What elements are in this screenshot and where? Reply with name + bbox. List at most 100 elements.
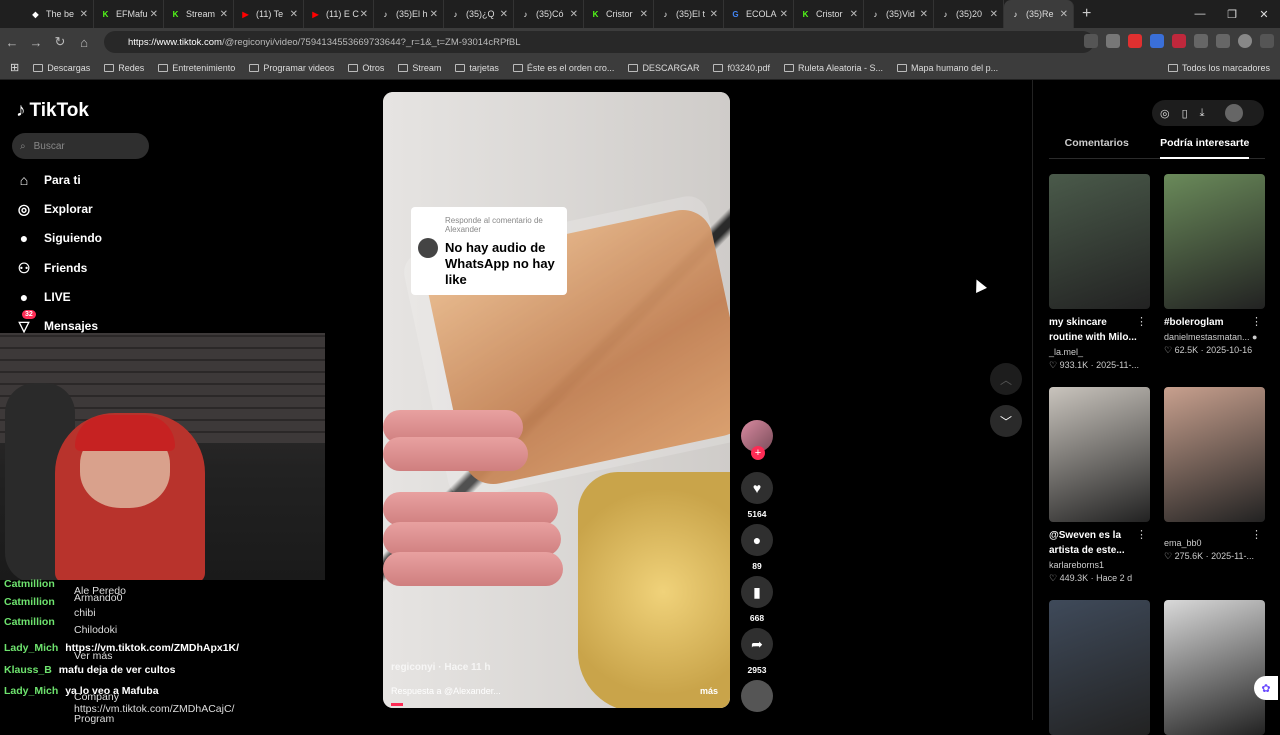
browser-tab[interactable]: ♪ (35)El t ✕	[654, 0, 724, 28]
browser-tab[interactable]: ◆ The be ✕	[24, 0, 94, 28]
card-author[interactable]: _la.mel_	[1049, 347, 1150, 357]
tab-close-icon[interactable]: ✕	[290, 9, 298, 20]
bookmark-item[interactable]: Éste es el orden cro...	[512, 63, 614, 73]
tab-close-icon[interactable]: ✕	[640, 9, 648, 20]
more-options-icon[interactable]: ⋮	[1251, 528, 1262, 541]
browser-tab[interactable]: K Stream ✕	[164, 0, 234, 28]
autoscroll-icon[interactable]: ◎	[1160, 107, 1170, 120]
video-thumbnail[interactable]	[1164, 600, 1265, 735]
recommended-video-card[interactable]	[1164, 600, 1265, 735]
restore-icon[interactable]: ❐	[1216, 8, 1248, 21]
share-button[interactable]: ➦ 2953	[740, 628, 774, 675]
video-thumbnail[interactable]	[1049, 600, 1150, 735]
bookmark-item[interactable]: Programar videos	[249, 63, 334, 73]
browser-tab[interactable]: ♪ (35)Vid ✕	[864, 0, 934, 28]
profile-icon[interactable]	[1238, 34, 1252, 48]
browser-tab[interactable]: G ECOLA ✕	[724, 0, 794, 28]
more-button[interactable]: más	[700, 686, 718, 696]
tab-close-icon[interactable]: ✕	[500, 9, 508, 20]
tab-close-icon[interactable]: ✕	[1060, 9, 1068, 20]
sound-button[interactable]	[740, 680, 774, 712]
card-author[interactable]: ema_bb0	[1164, 538, 1265, 548]
video-thumbnail[interactable]	[1164, 174, 1265, 309]
bookmark-item[interactable]: Ruleta Aleatoria - S...	[784, 63, 883, 73]
forward-icon[interactable]: →	[24, 35, 48, 50]
bookmark-item[interactable]: Otros	[348, 63, 384, 73]
browser-tab[interactable]: ▶ (11) E C ✕	[304, 0, 374, 28]
install-icon[interactable]	[1084, 34, 1098, 48]
tab-close-icon[interactable]: ✕	[850, 9, 858, 20]
bookmark-item[interactable]: Entretenimiento	[158, 63, 235, 73]
recommended-video-card[interactable]: ⋮ #boleroglam danielmestasmatan... ● ♡ 62.5…	[1164, 174, 1265, 356]
tab-close-icon[interactable]: ✕	[220, 9, 228, 20]
video-thumbnail[interactable]	[1049, 174, 1150, 309]
tiktok-logo[interactable]: ♪ TikTok	[16, 100, 89, 122]
bookmark-item[interactable]: DESCARGAR	[628, 63, 699, 73]
tab-close-icon[interactable]: ✕	[920, 9, 928, 20]
extension-red-icon[interactable]	[1128, 34, 1142, 48]
user-avatar[interactable]	[1224, 104, 1243, 122]
more-options-icon[interactable]: ⋮	[1136, 528, 1147, 541]
browser-tab[interactable]: ♪ (35)Có ✕	[514, 0, 584, 28]
search-input[interactable]: ⌕ Buscar	[12, 133, 149, 159]
star-icon[interactable]	[1106, 34, 1120, 48]
minimize-icon[interactable]: —	[1184, 8, 1216, 20]
mobile-icon[interactable]: ▯	[1182, 107, 1188, 120]
card-author[interactable]: karlareborns1	[1049, 560, 1150, 570]
sidebar-item-explorar[interactable]: ◎ Explorar	[16, 201, 93, 217]
more-options-icon[interactable]: ⋮	[1136, 315, 1147, 328]
tab-close-icon[interactable]: ✕	[430, 9, 438, 20]
bookmark-item[interactable]: f03240.pdf	[713, 63, 770, 73]
video-thumbnail[interactable]	[1049, 387, 1150, 522]
recommended-video-card[interactable]	[1049, 600, 1150, 735]
video-thumbnail[interactable]	[1164, 387, 1265, 522]
browser-tab[interactable]: ♪ (35)¿Q ✕	[444, 0, 514, 28]
floating-extension-icon[interactable]: ✿	[1254, 676, 1278, 700]
browser-tab[interactable]: K Cristor ✕	[794, 0, 864, 28]
browser-tab[interactable]: ▶ (11) Te ✕	[234, 0, 304, 28]
sidebar-item-friends[interactable]: ⚇ Friends	[16, 260, 88, 276]
creator-avatar-button[interactable]: +	[740, 420, 774, 460]
tab-close-icon[interactable]: ✕	[80, 9, 88, 20]
sidebar-item-mensajes[interactable]: ▽ Mensajes 32	[16, 310, 98, 334]
bookmark-item[interactable]: Stream	[398, 63, 441, 73]
home-nav-icon[interactable]: ⌂	[72, 35, 96, 50]
bookmark-item[interactable]: tarjetas	[455, 63, 499, 73]
close-window-icon[interactable]: ✕	[1248, 8, 1280, 21]
browser-tab[interactable]: ♪ (35)El h ✕	[374, 0, 444, 28]
video-player[interactable]: Responde al comentario de Alexander No h…	[383, 92, 730, 708]
translate-icon[interactable]	[1150, 34, 1164, 48]
all-bookmarks[interactable]: Todos los marcadores	[1167, 63, 1270, 73]
new-tab-button[interactable]: +	[1082, 5, 1091, 23]
menu-list-icon[interactable]	[1216, 34, 1230, 48]
extension-icon[interactable]	[1172, 34, 1186, 48]
tab-close-icon[interactable]: ✕	[780, 9, 788, 20]
progress-bar[interactable]	[391, 703, 403, 706]
browser-tab[interactable]: K EFMafu ✕	[94, 0, 164, 28]
bookmark-item[interactable]: Mapa humano del p...	[897, 63, 998, 73]
recommended-video-card[interactable]: ⋮ my skincare routine with Milo... _la.mel…	[1049, 174, 1150, 371]
reply-comment-sticker[interactable]: Responde al comentario de Alexander No h…	[411, 207, 567, 295]
tab-close-icon[interactable]: ✕	[150, 9, 158, 20]
like-button[interactable]: ♥ 5164	[740, 472, 774, 519]
back-icon[interactable]: ←	[0, 35, 24, 50]
video-author[interactable]: regiconyi · Hace 11 h	[391, 662, 491, 673]
browser-tab[interactable]: ♪ (35)20 ✕	[934, 0, 1004, 28]
next-video-button[interactable]: ﹀	[990, 405, 1022, 437]
download-icon[interactable]: ⤓	[1200, 107, 1205, 120]
browser-tab[interactable]: ♪ (35)Re ✕	[1004, 0, 1074, 28]
save-button[interactable]: ▮ 668	[740, 576, 774, 623]
sidebar-item-live[interactable]: ● LIVE	[16, 289, 71, 305]
tab-close-icon[interactable]: ✕	[990, 9, 998, 20]
recommended-video-card[interactable]: ⋮ ema_bb0 ♡ 275.6K · 2025-11-...	[1164, 387, 1265, 562]
tab-comments[interactable]: Comentarios	[1065, 137, 1129, 158]
bookmark-item[interactable]: Redes	[104, 63, 144, 73]
kebab-menu-icon[interactable]	[1260, 34, 1274, 48]
bookmark-item[interactable]: Descargas	[33, 63, 90, 73]
tab-recommended[interactable]: Podría interesarte	[1160, 137, 1250, 159]
more-options-icon[interactable]: ⋮	[1251, 315, 1262, 328]
comment-button[interactable]: ● 89	[740, 524, 774, 571]
previous-video-button[interactable]: ︿	[990, 363, 1022, 395]
tab-close-icon[interactable]: ✕	[710, 9, 718, 20]
recommended-video-card[interactable]: ⋮ @Sweven es la artista de este... karlare…	[1049, 387, 1150, 584]
